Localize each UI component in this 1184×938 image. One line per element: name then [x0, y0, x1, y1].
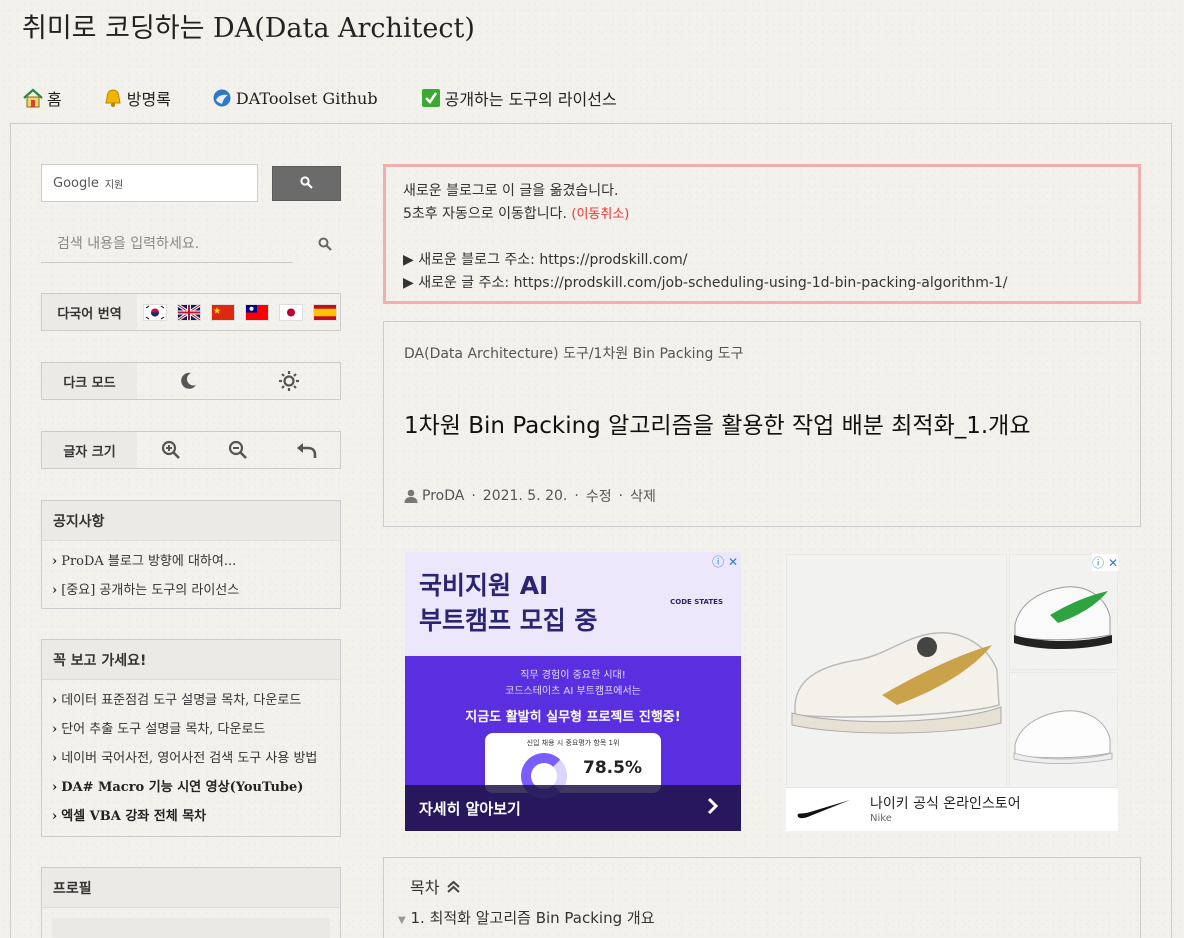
- github-icon: [211, 87, 233, 109]
- ad-cta-label: 자세히 알아보기: [419, 799, 521, 818]
- flag-korea-icon[interactable]: [143, 303, 167, 321]
- nav-github[interactable]: DAToolset Github: [211, 86, 378, 110]
- blog-search-input[interactable]: [41, 236, 271, 252]
- zoom-out-icon[interactable]: [223, 435, 253, 465]
- notice-line2: 5초후 자동으로 이동합니다.: [403, 206, 567, 222]
- chevron-right-icon: [707, 797, 719, 819]
- nav-github-label: DAToolset Github: [235, 88, 378, 108]
- list-item[interactable]: [중요] 공개하는 도구의 라이선스: [52, 576, 340, 605]
- list-item[interactable]: 엑셀 VBA 강좌 전체 목차: [52, 802, 340, 831]
- toc-item[interactable]: ▼ 1. 최적화 알고리즘 Bin Packing 개요: [398, 907, 655, 928]
- post-meta: ProDA · 2021. 5. 20. · 수정 · 삭제: [404, 486, 656, 506]
- list-item[interactable]: 단어 추출 도구 설명글 목차, 다운로드: [52, 715, 340, 744]
- list-item[interactable]: 데이터 표준점검 도구 설명글 목차, 다운로드: [52, 686, 340, 715]
- site-title[interactable]: 취미로 코딩하는 DA(Data Architect): [22, 6, 475, 45]
- ad-stat-value: 78.5%: [583, 758, 642, 778]
- ad-shoe-image: [1009, 554, 1118, 670]
- ad-info-close-icon[interactable]: ⓘ ✕: [1092, 554, 1118, 571]
- dark-mode-widget: 다크 모드: [41, 362, 341, 400]
- post-title: 1차원 Bin Packing 알고리즘을 활용한 작업 배분 최적화_1.개요: [404, 413, 1031, 439]
- move-notice: 새로운 블로그로 이 글을 옮겼습니다. 5초후 자동으로 이동합니다. (이동…: [383, 164, 1141, 304]
- table-of-contents: 목차 ▼ 1. 최적화 알고리즘 Bin Packing 개요: [383, 857, 1141, 938]
- new-blog-link[interactable]: ▶ 새로운 블로그 주소: https://prodskill.com/: [403, 249, 1138, 272]
- toc-toggle[interactable]: 목차: [410, 874, 461, 898]
- list-item[interactable]: 네이버 국어사전, 영어사전 검색 도구 사용 방법: [52, 744, 340, 773]
- google-sub: 지원: [104, 179, 124, 191]
- edit-link[interactable]: 수정: [586, 486, 612, 506]
- cancel-redirect-link[interactable]: (이동취소): [571, 207, 629, 222]
- ad-body: 직무 경험이 중요한 시대! 코드스테이츠 AI 부트캠프에서는 지금도 활발히…: [405, 656, 741, 725]
- toc-item-label: 1. 최적화 알고리즘 Bin Packing 개요: [410, 909, 655, 927]
- flag-japan-icon[interactable]: [279, 303, 303, 321]
- ad-stat-card: 신입 채용 시 중요평가 항목 1위 78.5%: [485, 733, 661, 799]
- new-post-link[interactable]: ▶ 새로운 글 주소: https://prodskill.com/job-sc…: [403, 272, 1138, 295]
- checkbox-icon: [420, 87, 442, 109]
- ad-shoe-image: [1009, 672, 1118, 788]
- bell-icon: [102, 87, 124, 109]
- google-search-input[interactable]: Google 지원: [41, 164, 258, 202]
- post-category[interactable]: DA(Data Architecture) 도구/1차원 Bin Packing…: [404, 343, 744, 363]
- ad-nike-sub: Nike: [870, 813, 892, 824]
- sun-icon[interactable]: [274, 366, 304, 396]
- ad-info-close-icon[interactable]: ⓘ ✕: [712, 553, 738, 570]
- blog-search: [41, 226, 293, 263]
- delete-link[interactable]: 삭제: [630, 486, 656, 506]
- translate-label: 다국어 번역: [42, 294, 137, 330]
- nav-guestbook[interactable]: 방명록: [102, 86, 171, 110]
- search-icon[interactable]: [318, 236, 334, 252]
- flag-china-icon[interactable]: [211, 303, 235, 321]
- notice-title: 공지사항: [42, 501, 340, 541]
- ad-nike[interactable]: ⓘ ✕ 나이키 공식 온라인스토어 Nike: [786, 554, 1118, 831]
- ad-headline-2: 부트캠프 모집 중: [419, 606, 598, 635]
- moon-icon[interactable]: [173, 366, 203, 396]
- notice-panel: 공지사항 ProDA 블로그 방향에 대하여... [중요] 공개하는 도구의 …: [41, 500, 341, 609]
- reset-icon[interactable]: [291, 435, 321, 465]
- ad-bootcamp[interactable]: 국비지원 AI 부트캠프 모집 중 CODE STATES ⓘ ✕ 직무 경험이…: [405, 552, 741, 831]
- ad-sub1: 직무 경험이 중요한 시대!: [520, 670, 626, 681]
- home-icon: [22, 87, 44, 109]
- search-icon: [300, 174, 313, 193]
- profile-panel: 프로필: [41, 867, 341, 938]
- ad-shoe-image: [786, 554, 1007, 788]
- ad-stat-title: 신입 채용 시 중요평가 항목 1위: [526, 739, 620, 747]
- flag-spain-icon[interactable]: [313, 303, 337, 321]
- google-brand: Google: [53, 175, 99, 191]
- list-item[interactable]: DA# Macro 기능 시연 영상(YouTube): [52, 773, 340, 802]
- notice-line1: 새로운 블로그로 이 글을 옮겼습니다.: [403, 183, 619, 199]
- user-icon: [404, 489, 418, 503]
- translate-widget: 다국어 번역: [41, 293, 341, 331]
- post-author[interactable]: ProDA: [422, 488, 464, 504]
- zoom-in-icon[interactable]: [156, 435, 186, 465]
- must-read-title: 꼭 보고 가세요!: [42, 640, 340, 680]
- ad-nike-name: 나이키 공식 온라인스토어: [870, 796, 1021, 812]
- ad-nike-footer: 나이키 공식 온라인스토어 Nike: [786, 788, 1118, 831]
- font-size-label: 글자 크기: [42, 432, 137, 468]
- ad-cta-button[interactable]: 자세히 알아보기: [405, 785, 741, 831]
- list-item[interactable]: ProDA 블로그 방향에 대하여...: [52, 547, 340, 576]
- nav-home[interactable]: 홈: [22, 86, 62, 110]
- font-size-widget: 글자 크기: [41, 431, 341, 469]
- flag-uk-icon[interactable]: [177, 303, 201, 321]
- ad-sub2: 코드스테이츠 AI 부트캠프에서는: [505, 686, 641, 697]
- ad-brand: CODE STATES: [670, 598, 723, 606]
- caret-down-icon: ▼: [398, 915, 406, 926]
- profile-image: [52, 918, 330, 938]
- dark-mode-label: 다크 모드: [42, 363, 137, 399]
- nav-license[interactable]: 공개하는 도구의 라이선스: [420, 86, 617, 110]
- toc-title: 목차: [410, 878, 440, 897]
- must-read-panel: 꼭 보고 가세요! 데이터 표준점검 도구 설명글 목차, 다운로드 단어 추출…: [41, 639, 341, 837]
- nav-license-label: 공개하는 도구의 라이선스: [444, 90, 617, 109]
- google-search-button[interactable]: [272, 166, 341, 201]
- flag-taiwan-icon[interactable]: [245, 303, 269, 321]
- post-date: 2021. 5. 20.: [482, 488, 568, 504]
- nav-guestbook-label: 방명록: [126, 90, 171, 109]
- nav-home-label: 홈: [47, 90, 62, 109]
- profile-title: 프로필: [42, 868, 340, 908]
- top-nav: 홈 방명록 DAToolset Github 공개하는 도구의 라이선스: [22, 86, 657, 110]
- post-header: DA(Data Architecture) 도구/1차원 Bin Packing…: [383, 321, 1141, 527]
- chevron-double-up-icon: [447, 880, 461, 893]
- nike-logo-icon: [796, 798, 852, 824]
- ad-highlight: 지금도 활발히 실무형 프로젝트 진행중!: [465, 710, 681, 725]
